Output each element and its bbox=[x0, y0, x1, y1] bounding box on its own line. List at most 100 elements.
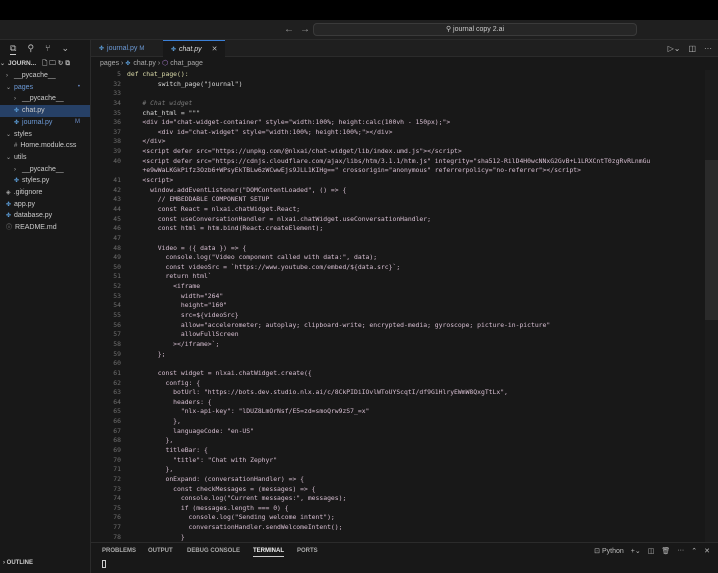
tab-chat-py[interactable]: ✤chat.py✕ bbox=[163, 40, 225, 57]
code-line[interactable]: 68 }, bbox=[91, 436, 705, 446]
terminal-shell[interactable]: ⊡ Python bbox=[594, 547, 624, 555]
tree-item[interactable]: ›__pycache__ bbox=[0, 164, 90, 176]
code-line[interactable]: 46 const html = htm.bind(React.createEle… bbox=[91, 224, 705, 234]
code-line[interactable]: 34 # Chat widget bbox=[91, 99, 705, 109]
code-line[interactable]: 50 const videoSrc = `https://www.youtube… bbox=[91, 263, 705, 273]
split-editor-icon[interactable]: ◫ bbox=[688, 44, 696, 53]
line-number: 37 bbox=[91, 128, 121, 138]
code-line[interactable]: 66 }, bbox=[91, 417, 705, 427]
code-line[interactable]: 42 window.addEventListener("DOMContentLo… bbox=[91, 186, 705, 196]
panel-tab-ports[interactable]: PORTS bbox=[297, 548, 318, 554]
tree-item[interactable]: ✤app.py bbox=[0, 199, 90, 211]
code-line[interactable]: 32 switch_page("journal") bbox=[91, 80, 705, 90]
tree-item-label: README.md bbox=[15, 224, 57, 231]
explorer-root[interactable]: ⌄JOURN...🗋🗀↻⧉ bbox=[0, 58, 90, 70]
tree-item[interactable]: ⓘREADME.md bbox=[0, 222, 90, 234]
scrollbar-thumb[interactable] bbox=[705, 160, 718, 320]
code-line[interactable]: 40 <script defer src="https://cdnjs.clou… bbox=[91, 157, 705, 167]
code-line[interactable]: 39 <script defer src="https://unpkg.com/… bbox=[91, 147, 705, 157]
code-line[interactable]: 57 allowFullScreen bbox=[91, 330, 705, 340]
breadcrumb-symbol[interactable]: chat_page bbox=[170, 60, 203, 67]
code-line[interactable]: 74 console.log("Current messages:", mess… bbox=[91, 494, 705, 504]
code-line[interactable]: 51 return html` bbox=[91, 272, 705, 282]
code-line[interactable]: 52 <iframe bbox=[91, 282, 705, 292]
code-line[interactable]: +e9wWaLKGkPifz3Ozb6+WPsyEkTBLw6zWCwwEjs9… bbox=[91, 166, 705, 176]
outline-section[interactable]: › OUTLINE bbox=[3, 560, 33, 566]
code-line[interactable]: 49 console.log("Video component called w… bbox=[91, 253, 705, 263]
code-line[interactable]: 73 const checkMessages = (messages) => { bbox=[91, 485, 705, 495]
code-line[interactable]: 5def chat_page(): bbox=[91, 70, 705, 80]
tree-item[interactable]: ⌄utils bbox=[0, 152, 90, 164]
code-line[interactable]: 53 width="264" bbox=[91, 292, 705, 302]
code-line[interactable]: 76 console.log("Sending welcome intent")… bbox=[91, 513, 705, 523]
code-line[interactable]: 36 <div id="chat-widget-container" style… bbox=[91, 118, 705, 128]
code-line[interactable]: 55 src=${videoSrc} bbox=[91, 311, 705, 321]
chevron-down-icon[interactable]: ⌄ bbox=[61, 43, 69, 55]
close-icon[interactable]: ✕ bbox=[704, 547, 710, 555]
code-line[interactable]: 35 chat_html = """ bbox=[91, 109, 705, 119]
code-line[interactable]: 41 <script> bbox=[91, 176, 705, 186]
code-line[interactable]: 72 onExpand: (conversationHandler) => { bbox=[91, 475, 705, 485]
code-line[interactable]: 67 languageCode: "en-US" bbox=[91, 427, 705, 437]
tree-item[interactable]: ›__pycache__ bbox=[0, 70, 90, 82]
maximize-icon[interactable]: ⌃ bbox=[691, 547, 697, 555]
code-line[interactable]: 70 "title": "Chat with Zephyr" bbox=[91, 456, 705, 466]
code-line[interactable]: 33 bbox=[91, 89, 705, 99]
more-icon[interactable]: ··· bbox=[704, 44, 712, 53]
code-line[interactable]: 47 bbox=[91, 234, 705, 244]
code-line[interactable]: 59 }; bbox=[91, 350, 705, 360]
more-icon[interactable]: ··· bbox=[677, 547, 684, 555]
code-line[interactable]: 45 const useConversationHandler = nlxai.… bbox=[91, 215, 705, 225]
breadcrumb-folder[interactable]: pages bbox=[100, 60, 119, 67]
code-line[interactable]: 48 Video = ({ data }) => { bbox=[91, 244, 705, 254]
panel-tab-output[interactable]: OUTPUT bbox=[148, 548, 173, 554]
code-line[interactable]: 56 allow="accelerometer; autoplay; clipb… bbox=[91, 321, 705, 331]
breadcrumb-file[interactable]: chat.py bbox=[133, 60, 156, 67]
tree-item[interactable]: ◈.gitignore bbox=[0, 187, 90, 199]
tree-item[interactable]: #Home.module.css bbox=[0, 140, 90, 152]
code-line[interactable]: 38 </div> bbox=[91, 137, 705, 147]
tree-item[interactable]: ✤styles.py bbox=[0, 175, 90, 187]
code-line[interactable]: 43 // EMBEDDABLE COMPONENT SETUP bbox=[91, 195, 705, 205]
tree-item[interactable]: ✤chat.py bbox=[0, 105, 90, 117]
code-line[interactable]: 71 }, bbox=[91, 465, 705, 475]
search-icon[interactable]: ⚲ bbox=[27, 43, 34, 55]
code-line[interactable]: 65 "nlx-api-key": "lDUZ8LmOrNsf/E5=zd=sm… bbox=[91, 407, 705, 417]
code-line[interactable]: 75 if (messages.length === 0) { bbox=[91, 504, 705, 514]
tree-item[interactable]: ✤journal.pyM bbox=[0, 117, 90, 129]
code-line[interactable]: 44 const React = nlxai.chatWidget.React; bbox=[91, 205, 705, 215]
run-icon[interactable]: ▷⌄ bbox=[668, 44, 681, 53]
tree-item[interactable]: ›__pycache__ bbox=[0, 93, 90, 105]
command-center[interactable]: ⚲ journal copy 2.ai bbox=[313, 23, 637, 36]
code-line[interactable]: 54 height="160" bbox=[91, 301, 705, 311]
code-line[interactable]: 77 conversationHandler.sendWelcomeIntent… bbox=[91, 523, 705, 533]
explorer-icon[interactable]: ⧉ bbox=[10, 43, 16, 55]
nav-arrows[interactable]: ←→ bbox=[284, 24, 316, 35]
panel-tab-debug-console[interactable]: DEBUG CONSOLE bbox=[187, 548, 240, 554]
tree-item[interactable]: ✤database.py bbox=[0, 210, 90, 222]
code-line[interactable]: 58 ></iframe>`; bbox=[91, 340, 705, 350]
code-line[interactable]: 62 config: { bbox=[91, 379, 705, 389]
source-control-icon[interactable]: ⑂ bbox=[45, 43, 50, 55]
code-line[interactable]: 63 botUrl: "https://bots.dev.studio.nlx.… bbox=[91, 388, 705, 398]
panel-tab-problems[interactable]: PROBLEMS bbox=[102, 548, 136, 554]
explorer-actions-icons[interactable]: 🗋🗀↻⧉ bbox=[42, 60, 72, 67]
code-line[interactable]: 69 titleBar: { bbox=[91, 446, 705, 456]
new-terminal-icon[interactable]: +⌄ bbox=[631, 547, 641, 555]
trash-icon[interactable]: 🗑 bbox=[661, 547, 670, 555]
back-icon[interactable]: ← bbox=[284, 24, 300, 35]
split-terminal-icon[interactable]: ◫ bbox=[648, 547, 655, 555]
code-line[interactable]: 37 <div id="chat-widget" style="width:10… bbox=[91, 128, 705, 138]
code-line[interactable]: 60 bbox=[91, 359, 705, 369]
code-line[interactable]: 64 headers: { bbox=[91, 398, 705, 408]
code-editor[interactable]: 5def chat_page():32 switch_page("journal… bbox=[91, 70, 705, 542]
close-icon[interactable]: ✕ bbox=[212, 46, 218, 53]
code-line[interactable]: 61 const widget = nlxai.chatWidget.creat… bbox=[91, 369, 705, 379]
tree-item[interactable]: ⌄styles bbox=[0, 129, 90, 141]
panel-tab-terminal[interactable]: TERMINAL bbox=[253, 548, 284, 557]
tab-journal-py[interactable]: ✤journal.py M bbox=[91, 40, 152, 57]
code-text: titleBar: { bbox=[127, 446, 208, 456]
line-number: 69 bbox=[91, 446, 121, 456]
code-line[interactable]: 78 } bbox=[91, 533, 705, 542]
tree-item[interactable]: ⌄pages• bbox=[0, 82, 90, 94]
